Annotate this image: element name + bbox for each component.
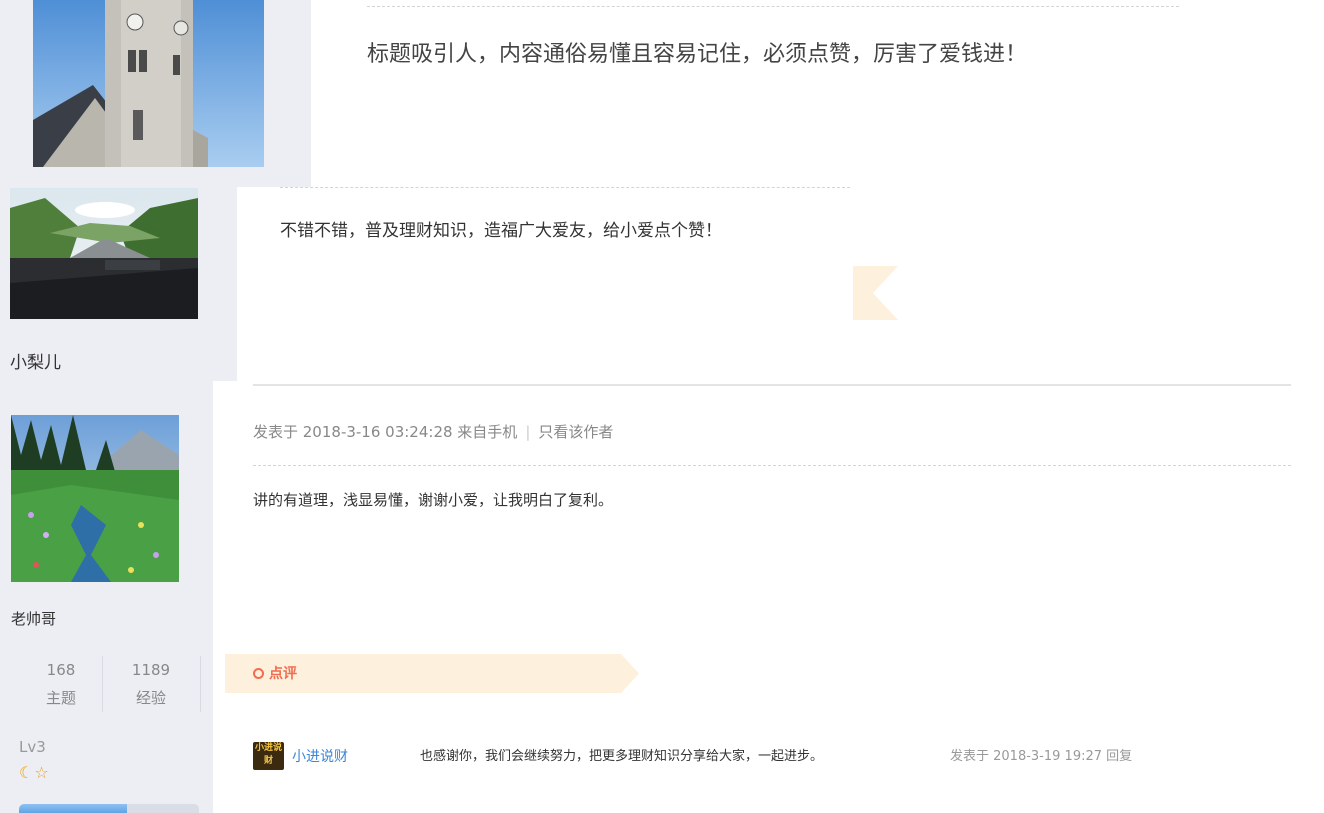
divider [200, 656, 201, 712]
avatar[interactable] [11, 415, 179, 582]
circle-icon [253, 667, 264, 679]
stat-threads[interactable]: 168 主题 [20, 656, 102, 712]
divider [253, 465, 1291, 466]
post-meta: 发表于 2018-3-16 03:24:28 来自手机 | 只看该作者 [253, 421, 613, 442]
post-message: 标题吸引人，内容通俗易懂且容易记住，必须点赞，厉害了爱钱进！ [367, 42, 1028, 67]
commenter-name[interactable]: 小进说财 [292, 746, 348, 766]
divider [367, 6, 1179, 7]
post-message: 不错不错，普及理财知识，造福广大爱友，给小爱点个赞！ [280, 221, 722, 241]
stat-label: 主题 [45, 689, 76, 707]
review-header: 点评 [253, 663, 297, 683]
user-level: Lv3 [19, 738, 46, 756]
stat-experience[interactable]: 1189 经验 [110, 656, 192, 712]
author-name[interactable]: 老帅哥 [11, 608, 56, 629]
reply-link[interactable]: 回复 [1106, 749, 1132, 764]
post-date: 发表于 2018-3-16 03:24:28 来自手机 [253, 423, 518, 441]
commenter-avatar[interactable]: 小进说财 [253, 742, 284, 770]
stat-value: 168 [46, 661, 76, 679]
divider [102, 656, 103, 712]
avatar[interactable] [10, 188, 198, 319]
avatar[interactable] [33, 0, 264, 167]
stat-value: 1189 [131, 661, 171, 679]
only-author-link[interactable]: 只看该作者 [538, 423, 613, 441]
separator: | [525, 423, 531, 441]
author-stats: 168 主题 1189 经验 [20, 656, 202, 712]
post-message: 讲的有道理，浅显易懂，谢谢小爱，让我明白了复利。 [253, 491, 614, 509]
comment-date: 发表于 2018-3-19 19:27 [950, 749, 1103, 764]
review-flag-icon [853, 266, 898, 320]
level-progress-fill [19, 804, 127, 813]
stat-label: 经验 [135, 689, 166, 707]
level-progress-bar [19, 804, 199, 813]
divider [280, 187, 850, 188]
comment-text: 也感谢你，我们会继续努力，把更多理财知识分享给大家，一起进步。 [420, 749, 824, 764]
review-title: 点评 [269, 666, 297, 682]
author-name[interactable]: 小梨儿 [10, 348, 61, 373]
post-separator [253, 384, 1291, 386]
level-moon-star-icon: ☾☆ [19, 763, 50, 782]
comment-meta: 发表于 2018-3-19 19:27 回复 [950, 745, 1132, 764]
